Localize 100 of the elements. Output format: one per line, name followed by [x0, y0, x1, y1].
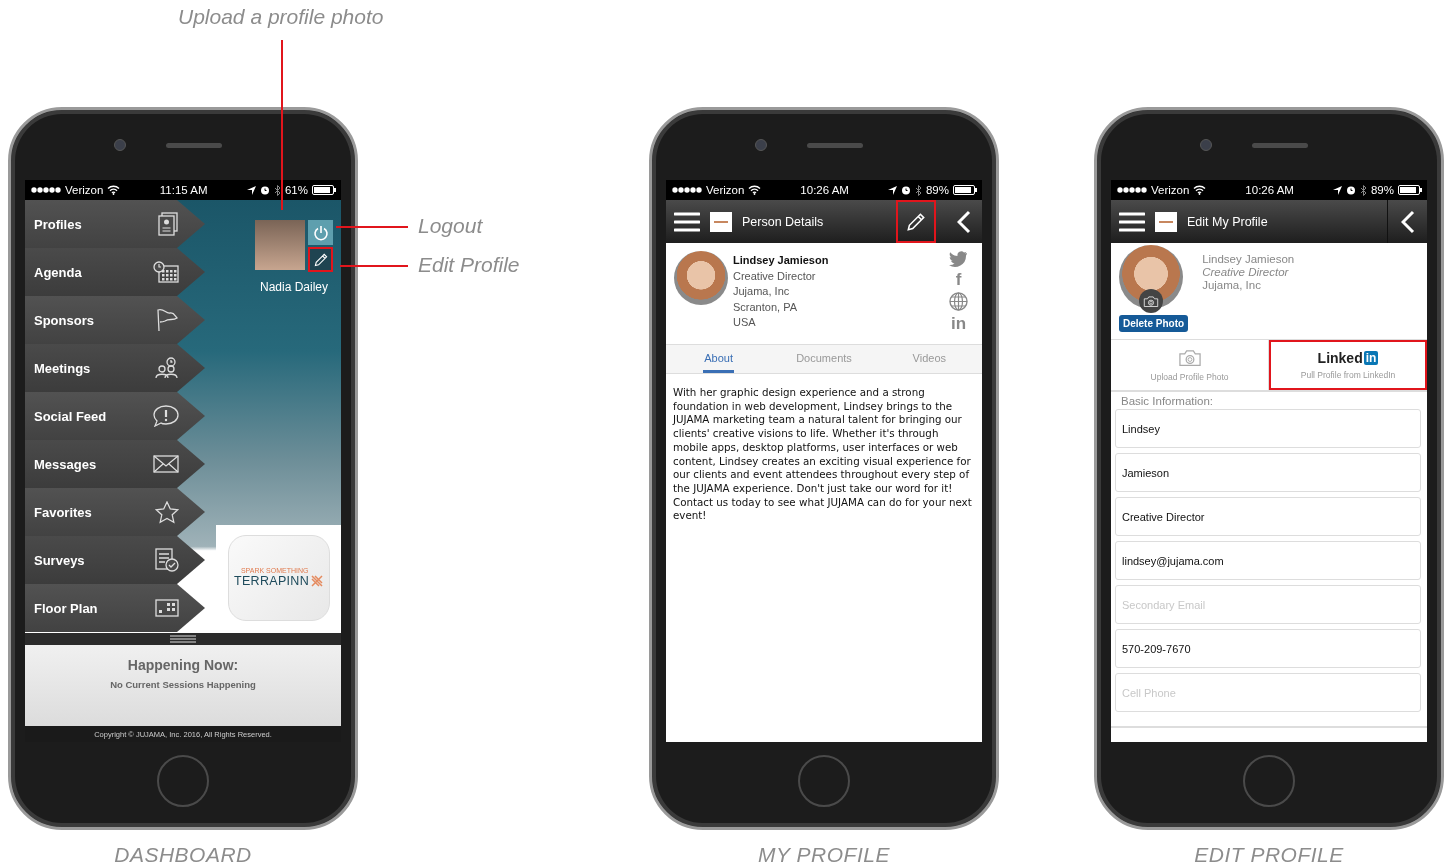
happening-now-subtitle: No Current Sessions Happening	[110, 679, 256, 690]
screen-title: Person Details	[742, 214, 824, 229]
menu-item[interactable]: Meetings	[25, 344, 205, 392]
cross-mark-icon	[310, 575, 323, 587]
wifi-icon	[107, 185, 121, 195]
annotation-label: Upload a profile photo	[178, 5, 384, 29]
person-name: Lindsey Jamieson	[733, 253, 829, 268]
back-chevron-icon[interactable]	[1400, 209, 1415, 234]
signal-dots-icon	[672, 187, 702, 193]
camera-lens	[755, 139, 767, 151]
wifi-icon	[1193, 185, 1207, 195]
status-time: 10:26 AM	[1245, 184, 1294, 196]
annotation-label: Logout	[418, 214, 483, 238]
person-title: Creative Director	[1202, 266, 1290, 279]
globe-icon[interactable]	[949, 292, 968, 311]
input-field[interactable]: Creative Director	[1115, 497, 1421, 536]
alarm-clock-icon	[259, 185, 270, 195]
person-company: Jujama, Inc	[1202, 279, 1262, 292]
profile-cards-icon	[157, 212, 179, 236]
menu-icon[interactable]	[1119, 211, 1145, 232]
wifi-icon	[748, 185, 762, 195]
delete-photo-button[interactable]: Delete Photo	[1119, 315, 1189, 332]
menu-item[interactable]: Profiles	[25, 200, 205, 248]
user-name: Nadia Dailey	[258, 280, 329, 294]
status-time: 10:26 AM	[800, 184, 849, 196]
location-arrow-icon	[1332, 185, 1342, 195]
envelope-icon	[153, 455, 179, 473]
camera-badge[interactable]	[1139, 289, 1163, 313]
pencil-icon	[312, 251, 329, 268]
leader-line	[340, 265, 408, 267]
phone-caption: MY PROFILE	[758, 843, 890, 867]
edit-profile-button[interactable]	[308, 247, 333, 272]
speaker-grille	[1252, 142, 1308, 148]
person-detail: Jujama, Inc	[733, 284, 791, 300]
people-clock-icon	[155, 357, 179, 379]
floor-plan-icon	[155, 599, 179, 617]
bird-icon[interactable]	[949, 251, 968, 267]
input-field[interactable]: Lindsey	[1115, 409, 1421, 448]
carrier-name: Verizon	[65, 184, 104, 196]
menu-item[interactable]: Sponsors	[25, 296, 205, 344]
menu-item[interactable]: Favorites	[25, 488, 205, 536]
leader-line	[336, 226, 408, 228]
camera-icon	[1143, 294, 1159, 308]
carrier-name: Verizon	[706, 184, 745, 196]
location-arrow-icon	[887, 185, 897, 195]
person-detail: Scranton, PA	[733, 299, 798, 315]
photo-placeholder	[674, 251, 728, 305]
menu-item[interactable]: Floor Plan	[25, 584, 205, 632]
back-chevron-icon[interactable]	[957, 209, 971, 234]
battery-icon	[312, 185, 336, 195]
input-field[interactable]: 570-209-7670	[1115, 629, 1421, 668]
survey-check-icon	[155, 548, 179, 572]
input-field[interactable]: Jamieson	[1115, 453, 1421, 492]
location-arrow-icon	[246, 185, 256, 195]
menu-icon[interactable]	[674, 211, 700, 232]
alarm-clock-icon	[900, 185, 911, 195]
calendar-clock-icon	[153, 261, 179, 283]
camera-icon	[1177, 348, 1202, 368]
person-detail: Creative Director	[733, 268, 817, 284]
status-time: 11:15 AM	[159, 184, 208, 196]
phone-caption: EDIT PROFILE	[1194, 843, 1344, 867]
star-icon	[155, 500, 179, 524]
menu-item[interactable]: Agenda	[25, 248, 205, 296]
battery-percent: 89%	[1370, 184, 1394, 196]
bluetooth-icon	[1359, 184, 1367, 196]
battery-icon	[953, 185, 977, 195]
alarm-clock-icon	[1345, 185, 1356, 195]
speech-bubble-icon	[153, 405, 179, 427]
battery-icon	[1398, 185, 1422, 195]
speaker-grille	[807, 142, 863, 148]
input-field[interactable]: lindsey@jujama.com	[1115, 541, 1421, 580]
linkedin-logo: Linked in	[1317, 350, 1379, 366]
bluetooth-icon	[914, 184, 922, 196]
screen-title: Edit My Profile	[1187, 214, 1268, 229]
social-link[interactable]: f	[955, 270, 962, 289]
person-name: Lindsey Jamieson	[1202, 253, 1295, 266]
profile-action-button[interactable]: Linked in Pull Profile from LinkedIn	[1269, 340, 1427, 390]
logo-thumbnail	[1155, 211, 1177, 232]
flag-icon	[155, 308, 179, 332]
signal-dots-icon	[1117, 187, 1147, 193]
menu-item[interactable]: Messages	[25, 440, 205, 488]
battery-percent: 89%	[925, 184, 949, 196]
signal-dots-icon	[31, 187, 61, 193]
bio-text: With her graphic design experience and a strong foundation in web development, Lindsey brings to the JUJAMA marketing team a natural talent for bringing our clients' creative visions to life. Whether it's through mobile apps, desktop platforms, user interfaces or web content, Lindsey creates an exciting visual experience for our clients and event attendees throughout every step of the JUJAMA experience. Don't just take our word for it! Contact us today to see what JUJAMA can do for your next event!	[671, 385, 973, 524]
pencil-icon	[905, 210, 927, 233]
power-icon	[312, 224, 329, 241]
tab[interactable]: About	[703, 345, 735, 373]
speaker-grille	[166, 142, 222, 148]
social-link[interactable]: in	[950, 314, 967, 333]
section-label: Basic Information:	[1120, 394, 1215, 409]
edit-button[interactable]	[896, 200, 936, 243]
menu-item[interactable]: Social Feed	[25, 392, 205, 440]
drawer-handle-icon[interactable]	[170, 635, 196, 643]
happening-now-title: Happening Now:	[127, 657, 239, 673]
battery-percent: 61%	[284, 184, 308, 196]
bluetooth-icon	[273, 184, 281, 196]
phone-caption: DASHBOARD	[114, 843, 252, 867]
person-detail: USA	[733, 315, 757, 331]
camera-lens	[114, 139, 126, 151]
menu-item[interactable]: Surveys	[25, 536, 205, 584]
